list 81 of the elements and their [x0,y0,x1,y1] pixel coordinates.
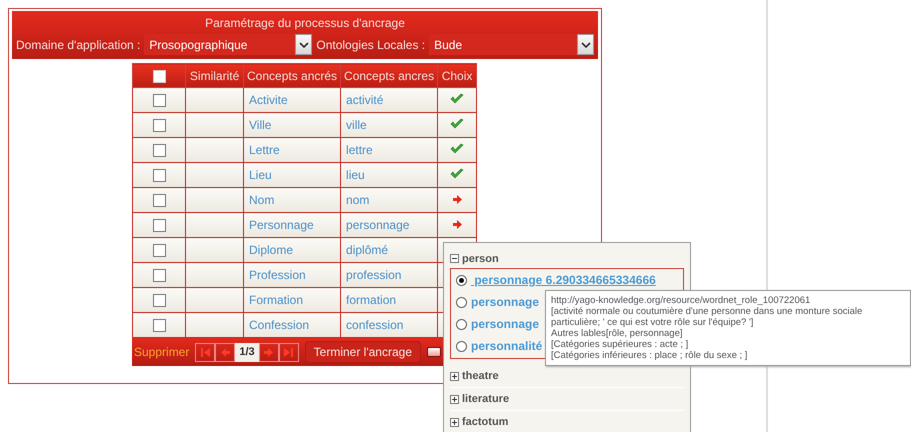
table-cell: activité [346,93,384,107]
option-link[interactable]: personnalité [471,339,542,353]
table-cell: Confession [249,318,310,332]
last-page-button[interactable] [278,342,299,362]
group-label[interactable]: factotum [462,416,508,428]
table-cell: confession [346,318,404,332]
check-icon[interactable] [450,168,464,180]
table-cell: profession [346,268,402,282]
right-arrow-icon [264,348,274,356]
radio-button[interactable] [456,340,467,352]
radio-button[interactable] [456,274,467,286]
delete-link[interactable]: Supprimer [134,345,190,359]
option-link[interactable]: personnage [471,295,540,309]
row-checkbox[interactable] [152,244,166,258]
dropdown-icon [295,34,312,55]
table-cell: Diplome [249,243,294,257]
check-icon[interactable] [450,92,464,104]
left-arrow-icon [220,348,230,356]
table-cell: Activite [249,93,288,107]
table-cell: ville [346,118,367,132]
column-header: Choix [438,64,476,88]
row-checkbox[interactable] [152,194,166,208]
table-cell: Formation [249,293,304,307]
group-label[interactable]: literature [462,393,510,405]
row-checkbox[interactable] [152,144,166,158]
table-cell: personnage [346,218,410,232]
table-cell: Profession [249,268,306,282]
first-page-icon [200,348,210,356]
description-text: [activité normale ou coutumière d'une personne dans une monture sociale particulière; ' ce qui est votre rôle sur l'équipe? '] [551,306,864,328]
expand-icon[interactable] [450,372,459,380]
row-checkbox[interactable] [152,294,166,308]
column-header: Concepts ancres [340,64,438,88]
row-checkbox[interactable] [152,219,166,232]
ontology-label: Ontologies Locales : [316,38,426,52]
group-label[interactable]: person [462,252,499,264]
option-link[interactable]: personnage 6.290334665334666 [471,273,656,287]
labels-text: Autres lables[rôle, personnage] [551,328,684,339]
column-header: Similarité [186,64,244,88]
domain-label: Domaine d'application : [16,38,140,52]
inferior-categories: [Catégories inférieures : place ; rôle du sexe ; ] [551,350,748,361]
table-cell: Lettre [249,143,280,157]
expand-icon[interactable] [450,394,459,404]
collapse-icon[interactable] [450,254,459,263]
table-cell: lieu [346,168,365,182]
next-page-button[interactable] [258,342,279,362]
table-cell: Lieu [249,168,272,182]
radio-button[interactable] [456,296,467,308]
table-cell: Nom [249,193,274,207]
row-checkbox[interactable] [152,169,166,182]
table-cell: lettre [346,143,373,157]
row-checkbox[interactable] [152,319,166,332]
table-cell: Ville [249,118,272,132]
ontology-select[interactable]: Bude [429,34,594,55]
row-checkbox[interactable] [152,94,166,108]
last-page-icon [284,348,294,356]
radio-button[interactable] [456,318,467,330]
domain-select[interactable]: Prosopographique [144,34,312,55]
column-header: Concepts ancrés [244,64,341,88]
check-icon[interactable] [450,118,464,130]
panel-title: Paramétrage du processus d'ancrage [204,16,406,32]
table-cell: formation [346,293,396,307]
first-page-button[interactable] [195,342,216,362]
minus-icon[interactable] [427,347,441,357]
option-link[interactable]: personnage [471,317,540,331]
page-indicator: 1/3 [235,342,259,362]
dropdown-icon [577,34,594,55]
table-cell: nom [346,193,370,207]
previous-page-button[interactable] [215,342,236,362]
check-icon[interactable] [450,142,464,154]
superior-categories: [Catégories supérieures : acte ; ] [551,339,690,350]
resource-url: http://yago-knowledge.org/resource/wordnet_role_100722061 [551,295,812,306]
table-cell: diplômé [346,243,388,257]
table-cell: Personnage [249,218,314,232]
row-checkbox[interactable] [152,269,166,282]
row-checkbox[interactable] [152,119,166,132]
select-all-checkbox[interactable] [152,70,166,83]
finish-button[interactable]: Terminer l'ancrage [304,341,421,363]
arrow-icon[interactable] [452,195,462,204]
expand-icon[interactable] [450,418,459,426]
arrow-icon[interactable] [452,220,462,229]
group-label[interactable]: theatre [462,370,499,382]
